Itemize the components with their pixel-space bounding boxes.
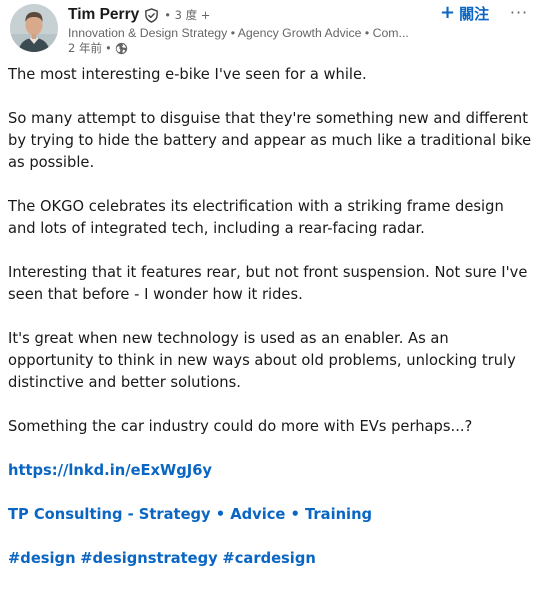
avatar[interactable] <box>10 4 58 52</box>
hashtag-link[interactable]: #design <box>8 550 76 567</box>
post-meta: 2 年前 • <box>68 40 128 56</box>
connection-degree: • 3 度 + <box>164 8 211 22</box>
post-paragraph: The OKGO celebrates its electrification … <box>8 198 504 237</box>
post-paragraph: So many attempt to disguise that they're… <box>8 110 532 171</box>
author-name[interactable]: Tim Perry <box>68 6 139 24</box>
post-body: The most interesting e-bike I've seen fo… <box>8 64 533 592</box>
link-paragraph: https://lnkd.in/eExWgJ6y <box>8 460 533 482</box>
post-paragraph: Something the car industry could do more… <box>8 418 473 435</box>
post-timestamp[interactable]: 2 年前 <box>68 40 102 56</box>
linkedin-post: Tim Perry • 3 度 + Innovation & Design St… <box>0 0 539 578</box>
avatar-photo <box>10 4 58 52</box>
post-header: Tim Perry • 3 度 + Innovation & Design St… <box>0 0 539 60</box>
post-link[interactable]: https://lnkd.in/eExWgJ6y <box>8 462 212 479</box>
follow-button[interactable]: + 關注 <box>440 2 489 24</box>
globe-icon <box>115 42 128 55</box>
more-icon: ··· <box>509 2 529 22</box>
meta-separator: • <box>104 41 112 55</box>
post-paragraph: It's great when new technology is used a… <box>8 330 516 391</box>
author-name-row: Tim Perry • 3 度 + <box>68 5 210 25</box>
plus-icon: + <box>440 2 456 23</box>
follow-label: 關注 <box>459 4 490 23</box>
post-paragraph: The most interesting e-bike I've seen fo… <box>8 66 367 83</box>
hashtag-link[interactable]: #designstrategy <box>80 550 218 567</box>
author-headline: Innovation & Design Strategy • Agency Gr… <box>68 26 409 40</box>
hashtag-link[interactable]: #cardesign <box>222 550 315 567</box>
company-link[interactable]: TP Consulting - Strategy • Advice • Trai… <box>8 506 372 523</box>
company-paragraph: TP Consulting - Strategy • Advice • Trai… <box>8 504 533 526</box>
verified-shield-icon <box>144 7 159 23</box>
post-paragraph: Interesting that it features rear, but n… <box>8 264 528 303</box>
more-options-button[interactable]: ··· <box>507 2 531 22</box>
hashtags-paragraph: #design #designstrategy #cardesign <box>8 548 533 570</box>
